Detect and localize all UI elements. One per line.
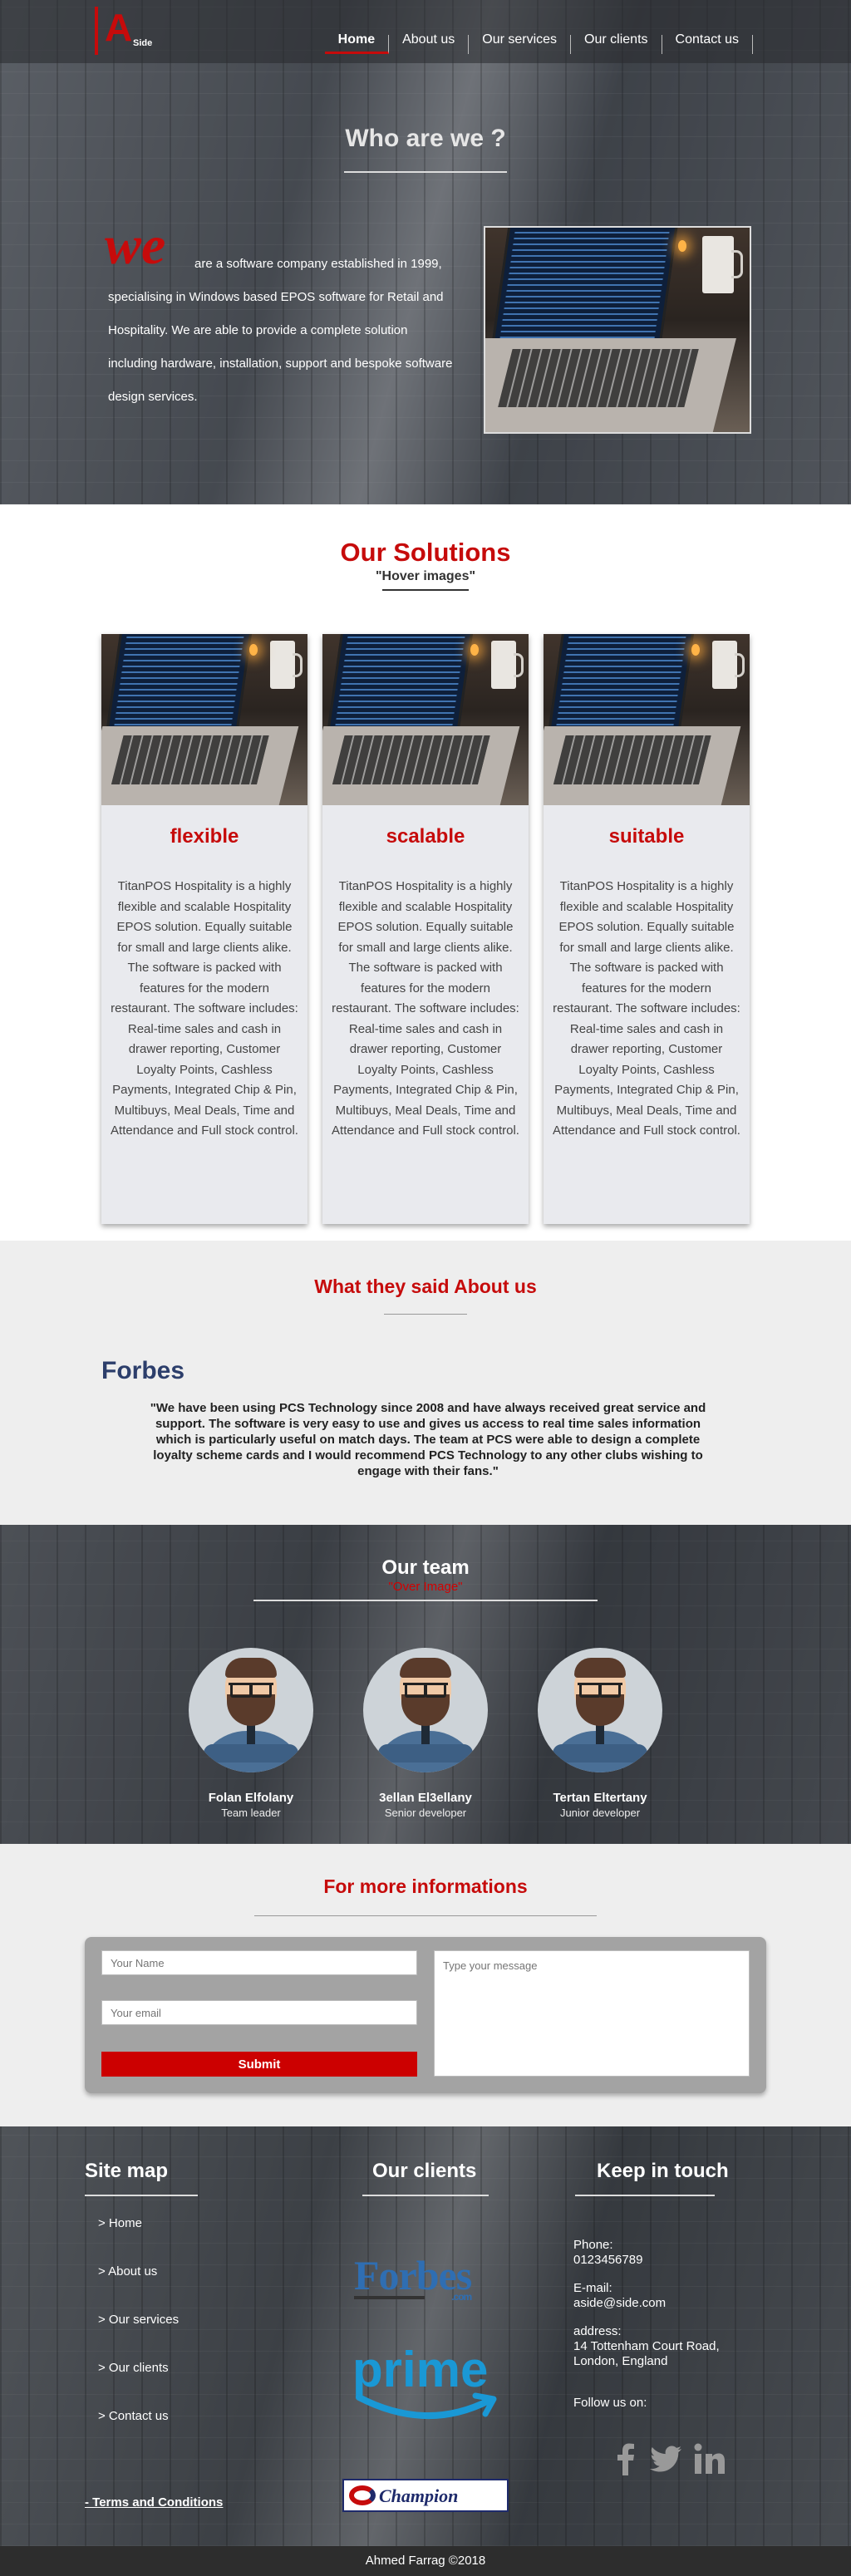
keep-in-touch-title: Keep in touch (597, 2160, 729, 2182)
card-laptop-image[interactable] (101, 634, 307, 805)
card-title: flexible (170, 825, 239, 848)
footer: Site map > Home > About us > Our service… (0, 2126, 851, 2546)
terms-link[interactable]: - Terms and Conditions (85, 2495, 223, 2510)
email-value[interactable]: aside@side.com (573, 2296, 666, 2311)
footer-link-about-us[interactable]: > About us (98, 2264, 157, 2279)
testimonial-divider (384, 1314, 467, 1315)
nav-our-services[interactable]: Our services (469, 33, 572, 54)
team-section: Our team "Over Image" Folan Elfolany Tea… (0, 1525, 851, 1844)
team-member[interactable]: 3ellan El3ellany Senior developer (342, 1648, 509, 1819)
follow-us-label: Follow us on: (573, 2396, 647, 2410)
member-role: Senior developer (384, 1807, 467, 1819)
phone-label: Phone: (573, 2238, 613, 2252)
top-nav: A Side Home About us Our services Our cl… (0, 0, 851, 63)
message-input[interactable] (434, 1950, 750, 2077)
solutions-title: Our Solutions (340, 538, 511, 567)
solution-card-scalable[interactable]: scalable TitanPOS Hospitality is a highl… (322, 634, 529, 1224)
linkedin-icon[interactable] (693, 2442, 726, 2475)
member-role: Team leader (221, 1807, 281, 1819)
phone-value: 0123456789 (573, 2253, 643, 2267)
hero-title: Who are we ? (345, 125, 506, 152)
solution-card-suitable[interactable]: suitable TitanPOS Hospitality is a highl… (544, 634, 750, 1224)
card-text: TitanPOS Hospitality is a highly flexibl… (553, 879, 740, 1138)
testimonial-section: What they said About us Forbes "We have … (0, 1241, 851, 1525)
footer-link-our-clients[interactable]: > Our clients (98, 2361, 169, 2375)
footer-link-home[interactable]: > Home (98, 2216, 142, 2230)
contact-title: For more informations (323, 1875, 528, 1897)
submit-button[interactable]: Submit (101, 2052, 417, 2077)
address-line-2: London, England (573, 2354, 668, 2368)
team-title: Our team (381, 1556, 470, 1579)
copyright: Ahmed Farrag ©2018 (0, 2546, 851, 2576)
team-member[interactable]: Folan Elfolany Team leader (168, 1648, 334, 1819)
solutions-subtitle: "Hover images" (375, 569, 476, 583)
amazon-prime-logo[interactable]: prime (352, 2341, 497, 2420)
team-subtitle: "Over Image" (388, 1580, 463, 1594)
champion-c-icon (349, 2485, 376, 2505)
member-name: 3ellan El3ellany (379, 1791, 472, 1805)
card-laptop-image[interactable] (322, 634, 529, 805)
facebook-icon[interactable] (608, 2442, 642, 2475)
card-text: TitanPOS Hospitality is a highly flexibl… (332, 879, 519, 1138)
team-divider (253, 1600, 598, 1601)
address-label: address: (573, 2324, 622, 2338)
avatar[interactable] (538, 1648, 662, 1772)
clients-divider (362, 2195, 489, 2196)
solutions-divider (382, 589, 469, 591)
testimonial-title: What they said About us (314, 1276, 537, 1297)
hero-divider (344, 171, 507, 173)
avatar[interactable] (189, 1648, 313, 1772)
nav-home[interactable]: Home (324, 33, 390, 54)
nav-about-us[interactable]: About us (389, 33, 470, 54)
sitemap-title: Site map (85, 2160, 169, 2182)
solution-card-flexible[interactable]: flexible TitanPOS Hospitality is a highl… (101, 634, 307, 1224)
card-title: scalable (386, 825, 465, 848)
hero-section: A Side Home About us Our services Our cl… (0, 0, 851, 504)
amazon-smile-icon (356, 2392, 497, 2420)
name-input[interactable] (101, 1950, 417, 1975)
footer-link-our-services[interactable]: > Our services (98, 2313, 179, 2327)
card-laptop-image[interactable] (544, 634, 750, 805)
nav-our-clients[interactable]: Our clients (571, 33, 662, 54)
email-input[interactable] (101, 2000, 417, 2025)
hero-description: are a software company established in 19… (108, 257, 453, 404)
logo-subtitle: Side (133, 38, 153, 48)
member-name: Tertan Eltertany (553, 1791, 647, 1805)
email-label: E-mail: (573, 2281, 612, 2295)
champion-logo[interactable]: Champion (342, 2479, 509, 2512)
contact-divider (254, 1915, 597, 1916)
footer-link-contact-us[interactable]: > Contact us (98, 2409, 169, 2423)
address-line-1: 14 Tottenham Court Road, (573, 2339, 720, 2353)
logo[interactable]: A Side (95, 6, 161, 57)
twitter-icon[interactable] (650, 2442, 683, 2475)
team-member[interactable]: Tertan Eltertany Junior developer (517, 1648, 683, 1819)
card-text: TitanPOS Hospitality is a highly flexibl… (111, 879, 298, 1138)
solutions-section: Our Solutions "Hover images" flexible Ti… (0, 504, 851, 1241)
avatar[interactable] (363, 1648, 488, 1772)
testimonial-quote: "We have been using PCS Technology since… (150, 1401, 706, 1478)
member-name: Folan Elfolany (208, 1791, 294, 1805)
contact-section: For more informations Submit (0, 1844, 851, 2126)
nav-contact-us[interactable]: Contact us (662, 33, 753, 54)
sitemap-divider (85, 2195, 198, 2196)
main-menu: Home About us Our services Our clients C… (324, 33, 753, 54)
contact-form: Submit (85, 1937, 766, 2093)
testimonial-brand: Forbes (101, 1357, 185, 1384)
clients-title: Our clients (372, 2160, 477, 2182)
keep-in-touch-divider (575, 2195, 715, 2196)
card-title: suitable (608, 825, 685, 848)
member-role: Junior developer (559, 1807, 641, 1819)
hero-laptop-image (484, 226, 751, 434)
logo-mark: A (95, 6, 132, 55)
forbes-logo[interactable]: Forbes .com (354, 2251, 472, 2303)
